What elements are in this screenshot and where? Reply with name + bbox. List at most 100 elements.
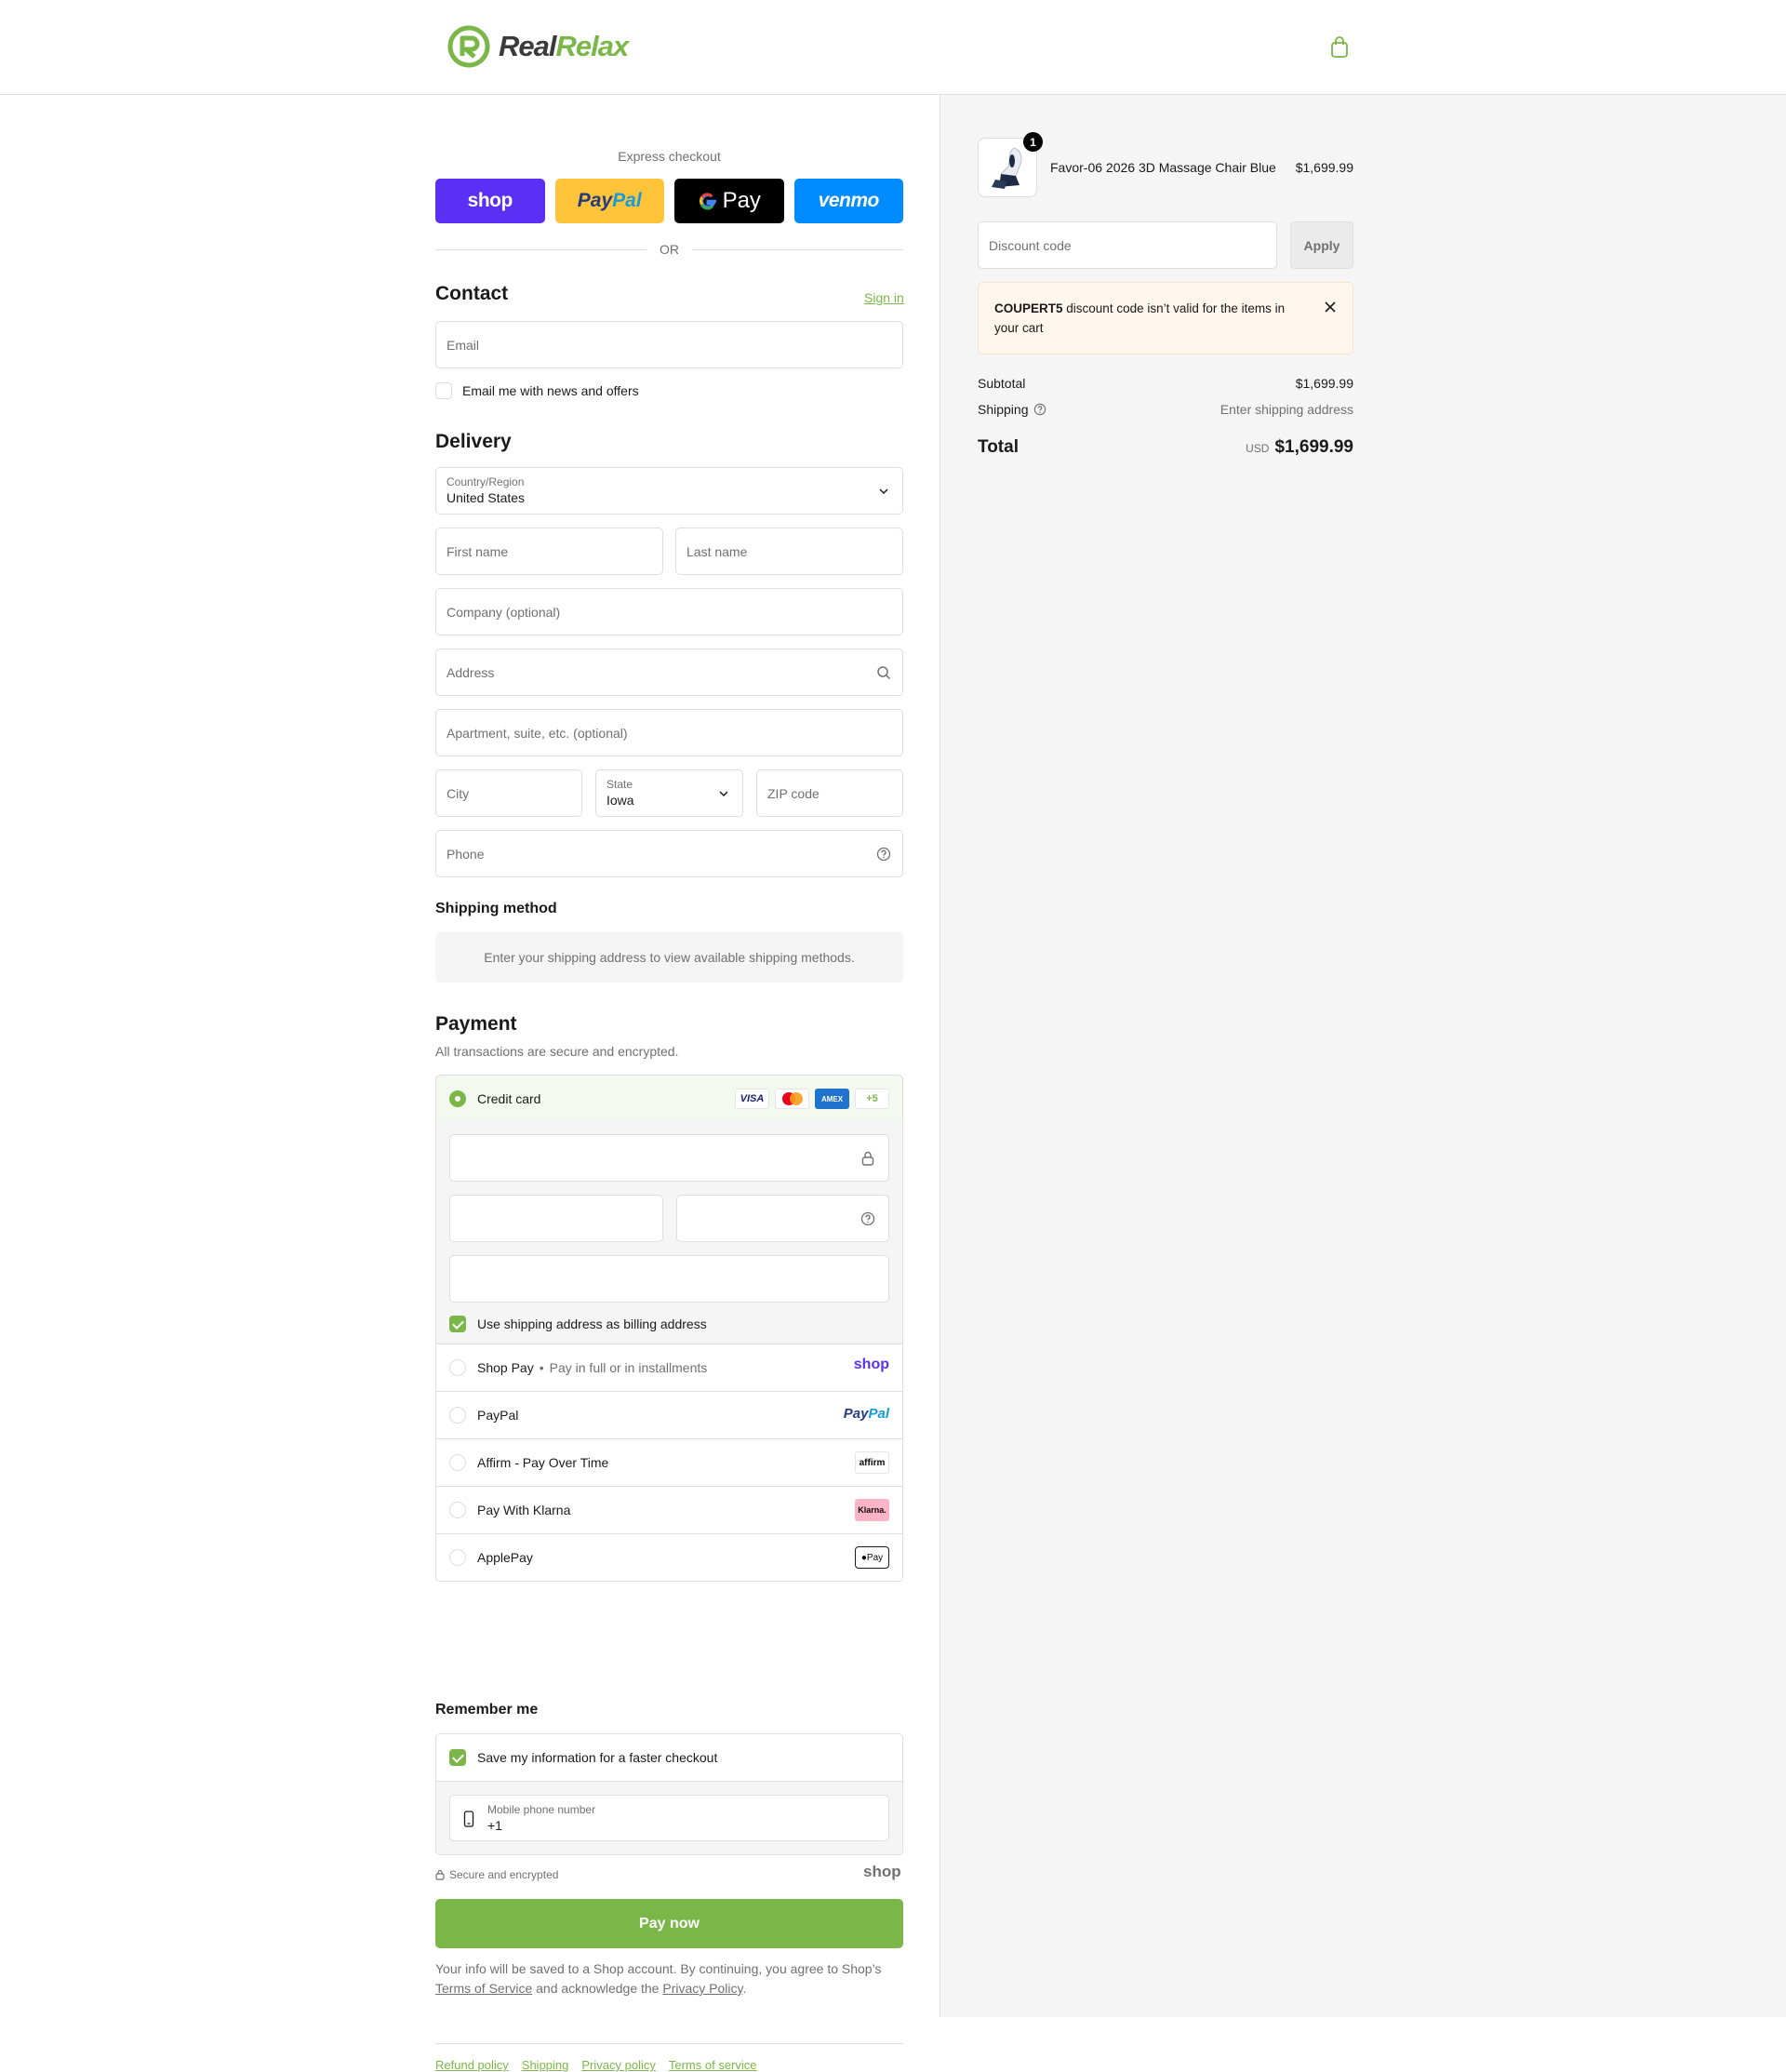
news-checkbox-row[interactable]: Email me with news and offers (435, 382, 639, 399)
mobile-phone-value: +1 (487, 1818, 502, 1833)
credit-card-option[interactable]: Credit card VISA AMEX +5 (436, 1076, 902, 1122)
brand-logo[interactable]: RealRelax (446, 22, 629, 71)
klarna-radio[interactable] (449, 1502, 466, 1518)
google-pay-label: Pay (722, 188, 761, 213)
klarna-option[interactable]: Pay With Klarna Klarna. (436, 1486, 902, 1533)
currency-code: USD (1246, 442, 1270, 455)
footer-links: Refund policy Shipping Privacy policy Te… (435, 2058, 757, 2072)
state-label: State (606, 778, 633, 791)
company-field[interactable]: Company (optional) (435, 588, 903, 635)
credit-card-radio[interactable] (449, 1089, 466, 1107)
help-circle-icon[interactable] (1033, 403, 1046, 416)
zip-field[interactable]: ZIP code (756, 769, 903, 817)
news-checkbox[interactable] (435, 382, 452, 399)
last-name-field[interactable]: Last name (675, 528, 903, 575)
mobile-phone-field[interactable]: Mobile phone number +1 (449, 1795, 889, 1841)
logo-text: RealRelax (499, 30, 629, 63)
shop-pay-option[interactable]: Shop Pay • Pay in full or in installment… (436, 1343, 902, 1391)
state-select[interactable]: State Iowa (595, 769, 743, 817)
country-select[interactable]: Country/Region United States (435, 467, 903, 515)
affirm-logo: affirm (855, 1451, 889, 1474)
discount-code-field[interactable]: Discount code (978, 221, 1277, 269)
total-value: $1,699.99 (1274, 437, 1353, 457)
affirm-radio[interactable] (449, 1454, 466, 1471)
legal-text: Your info will be saved to a Shop accoun… (435, 1959, 903, 1998)
address-field[interactable]: Address (435, 648, 903, 696)
shop-pay-label: shop (467, 190, 513, 211)
paypal-label-b: Pal (612, 190, 642, 211)
billing-checkbox[interactable] (449, 1316, 466, 1332)
close-icon[interactable] (1325, 301, 1336, 313)
site-header: RealRelax (0, 0, 1786, 95)
chevron-down-icon (719, 791, 728, 797)
payment-subtitle: All transactions are secure and encrypte… (435, 1044, 679, 1059)
billing-checkbox-row[interactable]: Use shipping address as billing address (449, 1316, 889, 1332)
save-info-row[interactable]: Save my information for a faster checkou… (436, 1734, 902, 1781)
apple-pay-radio[interactable] (449, 1549, 466, 1566)
billing-label: Use shipping address as billing address (477, 1317, 707, 1331)
pay-now-button[interactable]: Pay now (435, 1899, 903, 1948)
affirm-option[interactable]: Affirm - Pay Over Time affirm (436, 1438, 902, 1486)
divider-line (692, 248, 903, 250)
city-field[interactable]: City (435, 769, 582, 817)
venmo-label: venmo (818, 190, 880, 211)
venmo-button[interactable]: venmo (793, 179, 903, 223)
country-value: United States (446, 490, 526, 505)
privacy-policy-link[interactable]: Privacy policy (581, 2058, 655, 2072)
save-info-checkbox[interactable] (449, 1749, 466, 1766)
shipping-method-message: Enter your shipping address to view avai… (435, 932, 903, 983)
news-label: Email me with news and offers (462, 383, 639, 398)
apple-pay-option[interactable]: ApplePay ● Pay (436, 1533, 902, 1581)
email-field[interactable]: Email (435, 321, 903, 368)
shipping-value: Enter shipping address (1220, 402, 1353, 417)
shop-pay-button[interactable]: shop (435, 179, 545, 223)
company-placeholder: Company (optional) (446, 604, 561, 620)
card-form: Use shipping address as billing address (436, 1121, 902, 1343)
help-circle-icon[interactable] (860, 1211, 875, 1226)
apartment-field[interactable]: Apartment, suite, etc. (optional) (435, 709, 903, 756)
country-label: Country/Region (446, 475, 525, 488)
secure-label: Secure and encrypted (449, 1868, 559, 1881)
privacy-link[interactable]: Privacy Policy (662, 1981, 742, 1996)
payment-methods: Credit card VISA AMEX +5 Use shipping ad… (435, 1075, 903, 1582)
shop-pay-radio[interactable] (449, 1359, 466, 1376)
divider-line (435, 248, 646, 250)
security-code-field[interactable] (675, 1195, 889, 1242)
logo-real: Real (499, 30, 556, 62)
express-checkout-title: Express checkout (618, 149, 721, 164)
shipping-link[interactable]: Shipping (522, 2058, 569, 2072)
legal-text-1: Your info will be saved to a Shop accoun… (435, 1961, 882, 1976)
sign-in-link[interactable]: Sign in (864, 290, 904, 305)
footer-divider (435, 2043, 903, 2044)
phone-field[interactable]: Phone (435, 830, 903, 877)
lock-icon (435, 1869, 445, 1880)
paypal-option[interactable]: PayPal PayPal (436, 1391, 902, 1438)
first-name-field[interactable]: First name (435, 528, 663, 575)
affirm-option-label: Affirm - Pay Over Time (477, 1455, 609, 1470)
credit-card-label: Credit card (477, 1090, 541, 1106)
state-value: Iowa (606, 793, 634, 808)
remember-me-box: Save my information for a faster checkou… (435, 1733, 903, 1855)
refund-policy-link[interactable]: Refund policy (435, 2058, 509, 2072)
terms-link[interactable]: Terms of Service (435, 1981, 532, 1996)
subtotal-value: $1,699.99 (1295, 376, 1353, 391)
google-pay-button[interactable]: Pay (674, 179, 784, 223)
product-name: Favor-06 2026 3D Massage Chair Blue (1050, 160, 1276, 175)
shop-pay-logo: shop (853, 1357, 889, 1372)
name-on-card-field[interactable] (449, 1255, 889, 1303)
terms-of-service-link[interactable]: Terms of service (669, 2058, 757, 2072)
alert-code: COUPERT5 (994, 301, 1063, 315)
card-number-field[interactable] (449, 1134, 889, 1182)
paypal-radio[interactable] (449, 1407, 466, 1424)
paypal-button[interactable]: Pay Pal (554, 179, 664, 223)
cart-bag-icon[interactable] (1330, 36, 1349, 59)
paypal-label-a: Pay (577, 190, 613, 211)
paypal-option-label: PayPal (477, 1408, 519, 1423)
paypal-logo-a: Pay (843, 1406, 869, 1422)
apply-button[interactable]: Apply (1290, 221, 1353, 269)
legal-end: . (742, 1981, 747, 1996)
search-icon (877, 666, 891, 680)
expiry-field[interactable] (449, 1195, 663, 1242)
help-circle-icon[interactable] (876, 847, 891, 862)
visa-logo: VISA (735, 1089, 769, 1109)
